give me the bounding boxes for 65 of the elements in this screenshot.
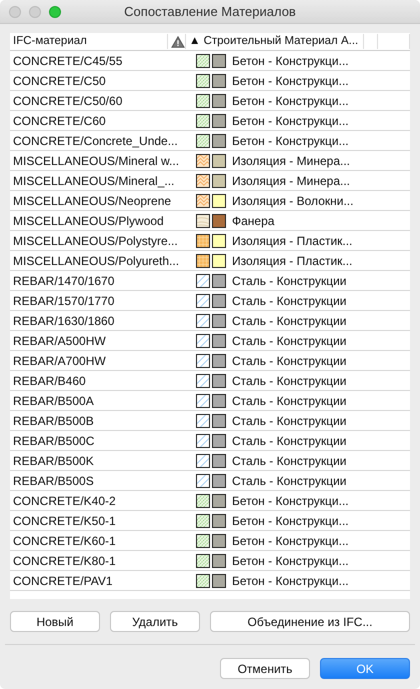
action-button[interactable]: Новый (10, 611, 100, 632)
table-cell-text: REBAR/1470/1670 (12, 274, 116, 288)
zoom-button[interactable] (49, 6, 61, 18)
table-cell-text: Изоляция - Пластик... (231, 254, 354, 268)
action-button[interactable]: Удалить (110, 611, 200, 632)
table-cell-text: Бетон - Конструкци... (231, 534, 350, 548)
action-button[interactable]: Объединение из IFC... (210, 611, 410, 632)
table-cell-text: MISCELLANEOUS/Plywood (12, 214, 165, 228)
table-cell-text: CONCRETE/PAV1 (12, 574, 114, 588)
table-cell-text: Сталь - Конструкции (231, 454, 348, 468)
table-cell-text: Бетон - Конструкци... (231, 494, 350, 508)
table-cell-text: Фанера (231, 214, 276, 228)
column-header[interactable]: IFC-материал (10, 34, 168, 49)
table-cell-text: Изоляция - Минера... (231, 154, 351, 168)
table-cell-text: CONCRETE/C50 (12, 74, 107, 88)
table-cell-text: Сталь - Конструкции (231, 314, 348, 328)
table-cell-text: Бетон - Конструкци... (231, 134, 350, 148)
table-cell-text: Бетон - Конструкци... (231, 574, 350, 588)
table-cell-text: Изоляция - Пластик... (231, 234, 354, 248)
table-cell-text: Бетон - Конструкци... (231, 54, 350, 68)
table-cell-text: CONCRETE/K50-1 (12, 514, 117, 528)
table-cell-text: CONCRETE/K80-1 (12, 554, 117, 568)
table-cell-text: Изоляция - Волокни... (231, 194, 354, 208)
table-cell-text: Сталь - Конструкции (231, 394, 348, 408)
table-cell-text: Сталь - Конструкции (231, 414, 348, 428)
table-cell-text: CONCRETE/K60-1 (12, 534, 117, 548)
table-cell-text: MISCELLANEOUS/Polyureth... (12, 254, 180, 268)
table-cell-text: CONCRETE/C60 (12, 114, 107, 128)
table-cell-text: Сталь - Конструкции (231, 274, 348, 288)
cancel-button[interactable]: Отменить (220, 658, 310, 679)
table-cell-text: Бетон - Конструкци... (231, 514, 350, 528)
table-cell-text: CONCRETE/C50/60 (12, 94, 124, 108)
table-cell-text: MISCELLANEOUS/Mineral_... (12, 174, 176, 188)
table-cell-text: Изоляция - Минера... (231, 174, 351, 188)
table-cell-text: REBAR/1630/1860 (12, 314, 116, 328)
table-cell-text: REBAR/B500S (12, 474, 95, 488)
table-cell-text: Сталь - Конструкции (231, 474, 348, 488)
table-cell-text: REBAR/B500A (12, 394, 95, 408)
table-cell-text: Сталь - Конструкции (231, 334, 348, 348)
table-cell-text: REBAR/B500C (12, 434, 96, 448)
table-cell-text: REBAR/A700HW (12, 354, 107, 368)
table-cell-text: REBAR/B500B (12, 414, 95, 428)
table-cell-text: MISCELLANEOUS/Neoprene (12, 194, 172, 208)
table-cell-text: CONCRETE/Concrete_Unde... (12, 134, 179, 148)
table-cell-text: MISCELLANEOUS/Polystyre... (12, 234, 179, 248)
column-header[interactable]: ▲ Строительный Материал А... (186, 34, 364, 49)
table-cell-text: REBAR/1570/1770 (12, 294, 116, 308)
table-cell-text: CONCRETE/K40-2 (12, 494, 117, 508)
minimize-button[interactable] (29, 6, 41, 18)
table-cell-text: Сталь - Конструкции (231, 354, 348, 368)
table-cell-text: Сталь - Конструкции (231, 294, 348, 308)
table-cell-text: CONCRETE/C45/55 (12, 54, 124, 68)
table-cell-text: REBAR/B460 (12, 374, 87, 388)
table-cell-text: Бетон - Конструкци... (231, 114, 350, 128)
table-cell-text: Бетон - Конструкци... (231, 554, 350, 568)
table-cell-text: REBAR/B500K (12, 454, 95, 468)
table-cell-text: Сталь - Конструкции (231, 434, 348, 448)
close-button[interactable] (9, 6, 21, 18)
table-cell-text: REBAR/A500HW (12, 334, 107, 348)
table-cell-text: MISCELLANEOUS/Mineral w... (12, 154, 180, 168)
table-cell-text: Бетон - Конструкци... (231, 74, 350, 88)
window-title: Сопоставление Материалов (124, 4, 296, 19)
warning-icon[interactable] (171, 34, 185, 48)
table-cell-text: Сталь - Конструкции (231, 374, 348, 388)
table-cell-text: Бетон - Конструкци... (231, 94, 350, 108)
